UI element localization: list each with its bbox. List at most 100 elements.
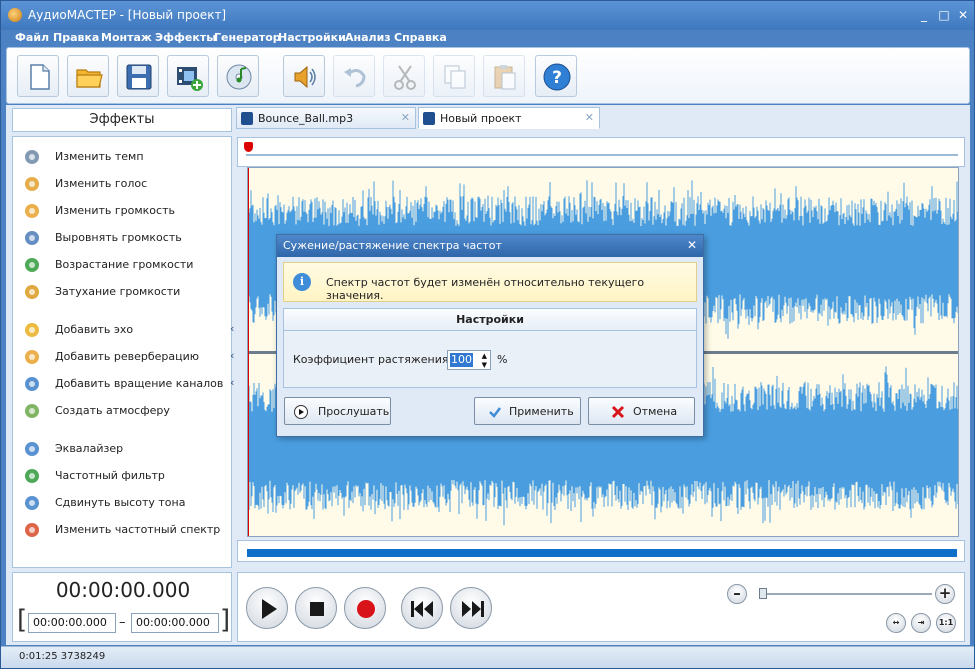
- zoom-slider-thumb[interactable]: [759, 588, 767, 599]
- cd-music-icon: [226, 64, 252, 90]
- new-file-icon: [30, 64, 50, 90]
- cd-music-button[interactable]: [217, 55, 259, 97]
- effect-label: Эквалайзер: [55, 442, 124, 455]
- play-button[interactable]: [246, 587, 288, 629]
- dialog-title-bar: Сужение/растяжение спектра частот ✕: [277, 235, 703, 257]
- spectrum-icon: [23, 521, 41, 539]
- stepper-down-icon[interactable]: ▼: [482, 361, 487, 369]
- tab-close-icon[interactable]: ✕: [401, 111, 410, 124]
- cancel-button[interactable]: Отмена: [588, 397, 695, 425]
- zoom-in-button[interactable]: +: [935, 584, 955, 604]
- atmosphere-icon: [23, 402, 41, 420]
- menu-help[interactable]: Справка: [394, 31, 447, 44]
- effect-item[interactable]: Изменить громкость: [23, 201, 223, 221]
- coefficient-value[interactable]: 100: [450, 353, 473, 367]
- settings-title: Настройки: [284, 309, 696, 331]
- cut-button[interactable]: [383, 55, 425, 97]
- fit-width-button[interactable]: ↔: [886, 613, 906, 633]
- new-file-button[interactable]: [17, 55, 59, 97]
- zoom-out-button[interactable]: –: [727, 584, 747, 604]
- playhead-marker[interactable]: [244, 142, 253, 152]
- undo-button[interactable]: [333, 55, 375, 97]
- zoom-1-1-button[interactable]: 1:1: [936, 613, 956, 633]
- preview-button[interactable]: Прослушать: [284, 397, 391, 425]
- volume-icon: [23, 202, 41, 220]
- fit-selection-button[interactable]: ⇥: [911, 613, 931, 633]
- skip-end-button[interactable]: [450, 587, 492, 629]
- menu-settings[interactable]: Настройки: [278, 31, 346, 44]
- close-window-button[interactable]: ✕: [955, 7, 971, 23]
- open-file-button[interactable]: [67, 55, 109, 97]
- zoom-slider-track[interactable]: [762, 593, 932, 595]
- app-logo-icon: [8, 8, 22, 22]
- open-folder-icon: [76, 69, 103, 88]
- filter-icon: [23, 467, 41, 485]
- tab-bounce-ball[interactable]: Bounce_Ball.mp3 ✕: [236, 107, 416, 129]
- cursor-line: [248, 168, 249, 536]
- record-button[interactable]: [344, 587, 386, 629]
- play-circle-icon: [294, 405, 308, 419]
- status-text: 0:01:25 3738249: [19, 651, 106, 662]
- selection-end-field[interactable]: 00:00:00.000: [131, 613, 219, 633]
- fade-out-icon: [23, 283, 41, 301]
- effect-item[interactable]: Частотный фильтр: [23, 466, 223, 486]
- maximize-button[interactable]: □: [936, 7, 952, 23]
- apply-button[interactable]: Применить: [474, 397, 581, 425]
- timeline-ruler[interactable]: [237, 137, 965, 167]
- speaker-button[interactable]: [283, 55, 325, 97]
- effect-item[interactable]: Создать атмосферу: [23, 401, 223, 421]
- paste-button[interactable]: [483, 55, 525, 97]
- tab-close-icon[interactable]: ✕: [585, 111, 594, 124]
- effect-item[interactable]: Добавить реверберацию ‹: [23, 347, 234, 367]
- rewind-start-button[interactable]: [401, 587, 443, 629]
- effect-item[interactable]: Выровнять громкость: [23, 228, 223, 248]
- info-box: i Спектр частот будет изменён относитель…: [283, 262, 697, 302]
- menu-edit[interactable]: Правка: [53, 31, 99, 44]
- effect-label: Затухание громкости: [55, 285, 181, 298]
- scrollbar-thumb[interactable]: [247, 549, 957, 557]
- effect-item[interactable]: Изменить темп: [23, 147, 223, 167]
- settings-group: Настройки Коэффициент растяжения: 100 ▲ …: [283, 308, 697, 388]
- timeline-track: [246, 154, 958, 156]
- effect-label: Изменить частотный спектр: [55, 523, 221, 536]
- tab-new-project[interactable]: Новый проект ✕: [418, 107, 600, 129]
- effect-label: Добавить реверберацию: [55, 350, 200, 363]
- effect-item[interactable]: Затухание громкости: [23, 282, 223, 302]
- rotate-channels-icon: [23, 375, 41, 393]
- svg-text:?: ?: [552, 68, 562, 88]
- effect-item[interactable]: Возрастание громкости: [23, 255, 223, 275]
- equalizer-icon: [23, 440, 41, 458]
- effect-label: Изменить громкость: [55, 204, 175, 217]
- minimize-button[interactable]: _: [916, 7, 932, 23]
- effect-label: Возрастание громкости: [55, 258, 194, 271]
- audio-file-icon: [241, 112, 253, 125]
- effect-item[interactable]: Добавить эхо ‹: [23, 320, 234, 340]
- effect-item[interactable]: Изменить голос: [23, 174, 223, 194]
- effect-item[interactable]: Сдвинуть высоту тона: [23, 493, 223, 513]
- preview-label: Прослушать: [318, 405, 390, 418]
- copy-button[interactable]: [433, 55, 475, 97]
- effect-item[interactable]: Изменить частотный спектр: [23, 520, 223, 540]
- menu-generator[interactable]: Генератор: [214, 31, 281, 44]
- menu-analysis[interactable]: Анализ: [345, 31, 391, 44]
- menu-montage[interactable]: Монтаж: [101, 31, 152, 44]
- effect-item[interactable]: Эквалайзер: [23, 439, 223, 459]
- save-button[interactable]: [117, 55, 159, 97]
- selection-start-field[interactable]: 00:00:00.000: [28, 613, 116, 633]
- menu-file[interactable]: Файл: [15, 31, 49, 44]
- help-button[interactable]: ?: [535, 55, 577, 97]
- coefficient-stepper[interactable]: 100 ▲ ▼: [447, 350, 491, 370]
- stop-button[interactable]: [295, 587, 337, 629]
- horizontal-scrollbar[interactable]: [237, 540, 965, 562]
- stop-icon: [310, 602, 324, 616]
- help-icon: ?: [543, 63, 571, 91]
- info-icon: i: [293, 273, 311, 291]
- stepper-up-icon[interactable]: ▲: [482, 352, 487, 360]
- effect-label: Добавить вращение каналов: [55, 377, 224, 390]
- add-video-button[interactable]: [167, 55, 209, 97]
- menu-effects[interactable]: Эффекты: [155, 31, 216, 44]
- cut-icon: [394, 65, 416, 90]
- dialog-close-button[interactable]: ✕: [687, 238, 697, 252]
- play-icon: [262, 599, 277, 619]
- effect-item[interactable]: Добавить вращение каналов ‹: [23, 374, 234, 394]
